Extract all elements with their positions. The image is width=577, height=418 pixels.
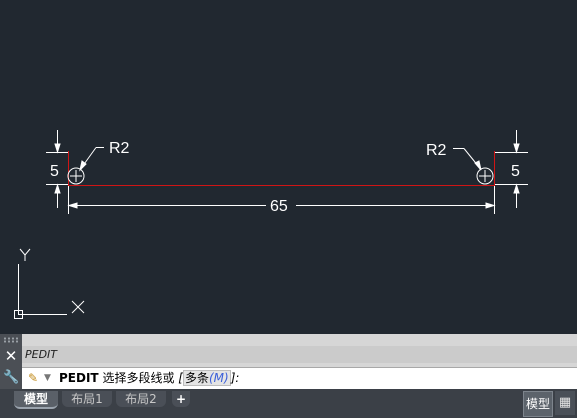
close-bracket: ]: [230,371,240,385]
left-height-label: 5 [50,163,59,180]
left-arc-marker [67,167,85,185]
right-arc-marker [476,167,494,185]
grid-icon[interactable]: ▦ [555,391,575,415]
pencil-icon: ✎ [28,371,39,385]
wrench-icon[interactable]: 🔧 [3,370,19,386]
command-name: PEDIT [59,371,99,385]
command-history: PEDIT [22,346,577,363]
caret-down-icon[interactable]: ▼ [44,368,52,389]
tab-layout1[interactable]: 布局1 [62,391,112,407]
model-space-button[interactable]: 模型 [523,391,553,417]
option-key-close: ) [224,371,229,385]
command-input[interactable]: ✎ ▼ PEDIT 选择多段线或 [多条(M)]: [22,367,577,389]
ucs-icon [14,248,85,319]
right-height-label: 5 [511,163,520,180]
option-key: M [213,371,225,385]
layout-tab-bar: 模型 布局1 布局2 + 模型 ▦ [0,389,577,418]
left-radius-label: R2 [109,140,130,157]
prompt-text: 选择多段线或 [102,371,175,385]
tab-layout2[interactable]: 布局2 [116,391,166,407]
command-prompt: PEDIT 选择多段线或 [多条(M)]: [59,368,239,389]
grip-handle[interactable] [3,337,19,343]
command-line-panel: ✕ 🔧 PEDIT ✎ ▼ PEDIT 选择多段线或 [多条(M)]: [0,334,577,389]
tab-model[interactable]: 模型 [14,391,58,409]
left-radius-leader [79,147,104,172]
option-multiple[interactable]: 多条(M) [182,370,231,386]
drawing-canvas[interactable]: 5 5 65 R2 R2 Y X [0,0,577,334]
command-panel-grip[interactable]: ✕ 🔧 [0,334,22,389]
close-icon[interactable]: ✕ [3,348,19,364]
right-radius-leader [453,148,482,171]
ucs-x-label: X [0,0,1,1]
add-layout-button[interactable]: + [172,391,190,407]
right-radius-label: R2 [426,142,447,159]
length-label: 65 [270,198,288,215]
option-label: 多条 [184,371,209,385]
